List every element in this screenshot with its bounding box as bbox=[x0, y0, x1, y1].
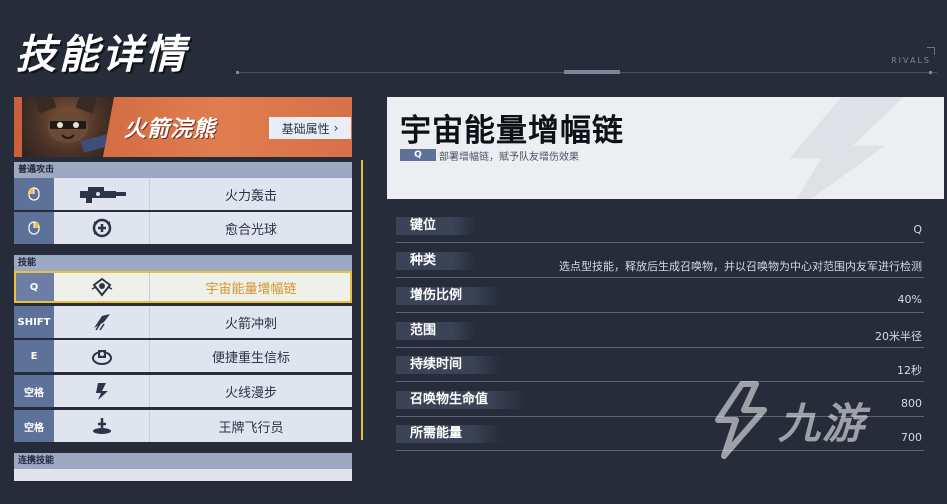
skill-row-beacon[interactable]: E 便捷重生信标 bbox=[14, 340, 352, 372]
skill-row-amplifier[interactable]: Q 宇宙能量增幅链 bbox=[14, 271, 352, 303]
section-team-up: 连携技能 bbox=[14, 453, 352, 469]
section-normal-attack: 普通攻击 bbox=[14, 162, 352, 178]
beacon-icon bbox=[54, 340, 150, 372]
corner-decoration bbox=[927, 47, 935, 55]
attr-value: 选点型技能，释放后生成召唤物，并以召唤物为中心对范围内友军进行检测 bbox=[559, 260, 922, 273]
attr-label: 召唤物生命值 bbox=[396, 391, 529, 409]
base-attributes-label: 基础属性 bbox=[281, 121, 330, 136]
skill-key: Q bbox=[14, 271, 54, 303]
attr-row-keybind: 键位 Q bbox=[396, 213, 924, 243]
skill-row-pilot[interactable]: 空格 王牌飞行员 bbox=[14, 410, 352, 442]
skill-row-orb[interactable]: 愈合光球 bbox=[14, 212, 352, 244]
lightning-bolt-icon bbox=[786, 97, 914, 199]
skill-row-rocket-dash[interactable]: SHIFT 火箭冲刺 bbox=[14, 306, 352, 338]
skill-key: 空格 bbox=[14, 410, 54, 442]
attr-label: 键位 bbox=[396, 217, 477, 235]
attr-value: 12秒 bbox=[897, 364, 922, 377]
skill-key-mouse bbox=[14, 178, 54, 210]
skill-name: 火线漫步 bbox=[224, 385, 277, 401]
amplifier-icon bbox=[54, 271, 150, 303]
jet-icon bbox=[54, 375, 150, 407]
skill-row-partial[interactable] bbox=[14, 469, 352, 481]
watermark-text: 九游 bbox=[778, 398, 867, 448]
hero-banner: 火箭浣熊 基础属性 › bbox=[14, 97, 352, 157]
attr-label: 所需能量 bbox=[396, 425, 503, 443]
chevron-right-icon: › bbox=[333, 121, 339, 135]
skill-detail-header: 宇宙能量增幅链 Q 部署增幅链，赋予队友增伤效果 bbox=[387, 97, 944, 199]
list-scrollbar[interactable] bbox=[361, 160, 363, 440]
base-attributes-button[interactable]: 基础属性 › bbox=[269, 117, 351, 139]
divider-dot bbox=[929, 71, 932, 74]
skill-key: 空格 bbox=[14, 375, 54, 407]
hero-portrait bbox=[22, 97, 114, 157]
attr-row-duration: 持续时间 12秒 bbox=[396, 352, 924, 382]
attr-divider bbox=[396, 242, 924, 243]
skill-row-jet[interactable]: 空格 火线漫步 bbox=[14, 375, 352, 407]
watermark: 九游 bbox=[712, 380, 866, 460]
skill-detail-title: 宇宙能量增幅链 bbox=[400, 113, 624, 149]
header-divider-accent bbox=[564, 70, 620, 74]
attr-value: 40% bbox=[897, 293, 922, 306]
attr-label: 种类 bbox=[396, 252, 477, 270]
skill-key-mouse bbox=[14, 212, 54, 244]
skill-detail-description: 部署增幅链，赋予队友增伤效果 bbox=[439, 152, 579, 163]
skill-name: 愈合光球 bbox=[224, 222, 277, 238]
skill-detail-key-badge: Q bbox=[400, 149, 436, 161]
section-skills: 技能 bbox=[14, 255, 352, 271]
attr-divider bbox=[396, 347, 924, 348]
skill-key: E bbox=[14, 340, 54, 372]
attr-label: 增伤比例 bbox=[396, 287, 503, 305]
blaster-icon bbox=[54, 178, 150, 210]
orb-icon bbox=[54, 212, 150, 244]
page-title: 技能详情 bbox=[16, 32, 188, 78]
attr-value: 800 bbox=[901, 397, 922, 410]
attr-divider bbox=[396, 312, 924, 313]
attr-value: 700 bbox=[901, 431, 922, 444]
watermark-logo-icon bbox=[715, 381, 767, 459]
attr-row-damage-boost: 增伤比例 40% bbox=[396, 283, 924, 313]
brand-label: RIVALS bbox=[891, 56, 931, 65]
skill-name: 宇宙能量增幅链 bbox=[205, 281, 297, 297]
hero-name: 火箭浣熊 bbox=[124, 117, 217, 142]
pilot-icon bbox=[54, 410, 150, 442]
mouse-right-icon bbox=[28, 221, 40, 235]
mouse-left-icon bbox=[28, 187, 40, 201]
skill-name: 火箭冲刺 bbox=[224, 316, 277, 332]
attr-row-range: 范围 20米半径 bbox=[396, 318, 924, 348]
attr-label: 范围 bbox=[396, 322, 477, 340]
attr-row-type: 种类 选点型技能，释放后生成召唤物，并以召唤物为中心对范围内友军进行检测 bbox=[396, 248, 924, 278]
attr-value: Q bbox=[913, 223, 922, 236]
skill-row-blaster[interactable]: 火力轰击 bbox=[14, 178, 352, 210]
rocket-wings-icon bbox=[54, 306, 150, 338]
skill-name: 火力轰击 bbox=[224, 188, 277, 204]
skill-name: 便捷重生信标 bbox=[211, 350, 290, 366]
attr-label: 持续时间 bbox=[396, 356, 503, 374]
skill-key: SHIFT bbox=[14, 306, 54, 338]
divider-dot bbox=[236, 71, 239, 74]
attr-divider bbox=[396, 277, 924, 278]
skill-name: 王牌飞行员 bbox=[218, 420, 284, 436]
attr-value: 20米半径 bbox=[875, 330, 922, 343]
